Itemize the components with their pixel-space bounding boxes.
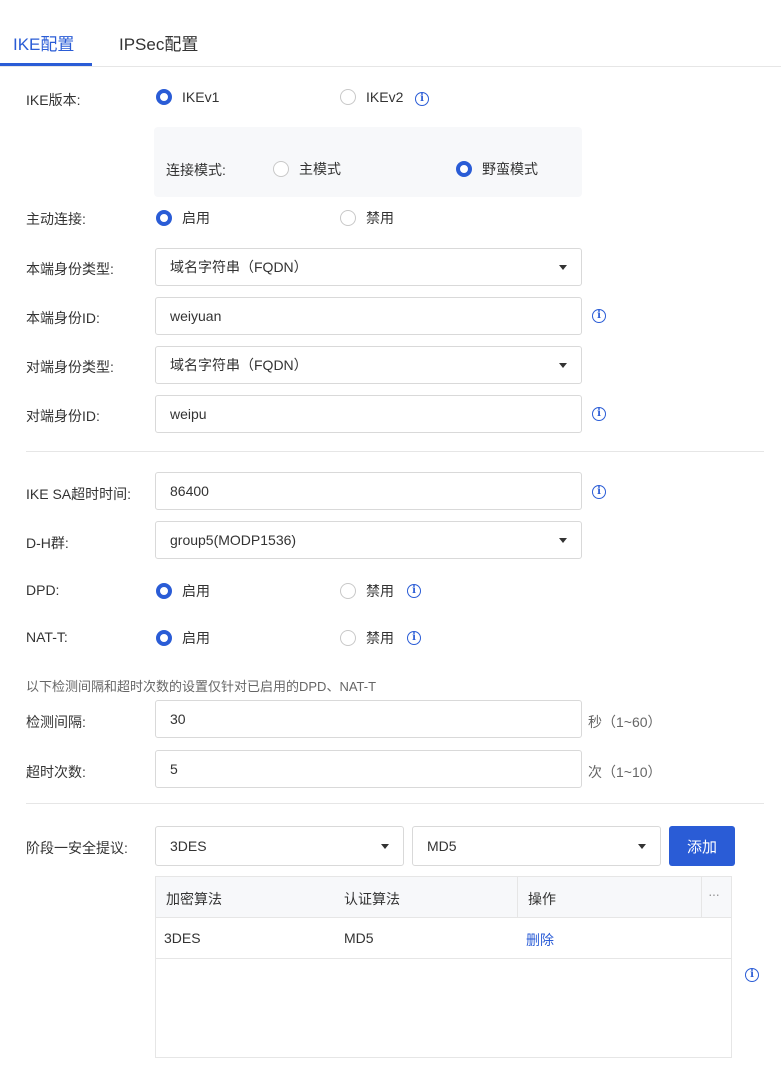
add-proposal-button[interactable]: 添加 [669,826,735,866]
cell-encryption: 3DES [164,930,201,946]
peer-id-type-label: 对端身份类型: [26,359,114,375]
radio-dpd-disable[interactable]: 禁用 [340,581,394,601]
radio-unchecked-icon [340,583,356,599]
detect-interval-label: 检测间隔: [26,714,86,730]
tab-ike-config[interactable]: IKE配置 [13,30,74,55]
nat-t-label: NAT-T: [26,629,68,645]
phase1-proposal-label: 阶段一安全提议: [26,840,128,856]
active-tab-indicator [0,63,92,66]
delete-link[interactable]: 删除 [526,930,554,950]
chevron-down-icon [559,538,567,543]
encryption-value: 3DES [170,838,207,854]
column-header-encryption: 加密算法 [166,891,222,907]
dh-group-value: group5(MODP1536) [170,532,297,548]
dpd-nat-hint: 以下检测间隔和超时次数的设置仅针对已启用的DPD、NAT-T [26,679,377,694]
chevron-down-icon [638,844,646,849]
info-icon[interactable]: i [592,309,606,323]
radio-checked-icon [156,630,172,646]
timeout-count-label: 超时次数: [26,764,86,780]
peer-id-label: 对端身份ID: [26,408,100,424]
dpd-label: DPD: [26,582,60,598]
radio-ikev2[interactable]: IKEv2 [340,89,403,105]
info-icon[interactable]: i [592,407,606,421]
radio-main-mode[interactable]: 主模式 [273,159,341,179]
detect-interval-input[interactable]: 30 [155,700,582,738]
timeout-count-unit: 次（1~10） [588,764,662,780]
column-separator [701,877,702,917]
section-divider [26,803,764,804]
column-header-auth: 认证算法 [344,891,400,907]
peer-id-type-value: 域名字符串（FQDN） [170,357,308,373]
local-id-value: weiyuan [170,308,222,324]
peer-id-input[interactable]: weipu [155,395,582,433]
peer-id-value: weipu [170,406,207,422]
ike-sa-timeout-label: IKE SA超时时间: [26,486,132,502]
info-icon[interactable]: i [745,968,759,982]
info-icon[interactable]: i [592,485,606,499]
ike-sa-timeout-input[interactable]: 86400 [155,472,582,510]
tab-bar: IKE配置 IPSec配置 [0,0,781,67]
tab-ipsec-config[interactable]: IPSec配置 [119,30,198,55]
local-id-input[interactable]: weiyuan [155,297,582,335]
radio-dpd-enable[interactable]: 启用 [156,581,210,601]
local-id-type-value: 域名字符串（FQDN） [170,259,308,275]
local-id-label: 本端身份ID: [26,310,100,326]
cell-auth: MD5 [344,930,374,946]
radio-unchecked-icon [340,210,356,226]
radio-nat-t-disable[interactable]: 禁用 [340,628,394,648]
radio-aggressive-mode[interactable]: 野蛮模式 [456,159,538,179]
dh-group-select[interactable]: group5(MODP1536) [155,521,582,559]
chevron-down-icon [559,265,567,270]
local-id-type-label: 本端身份类型: [26,261,114,277]
chevron-down-icon [559,363,567,368]
radio-checked-icon [456,161,472,177]
dh-group-label: D-H群: [26,535,69,551]
radio-unchecked-icon [340,630,356,646]
local-id-type-select[interactable]: 域名字符串（FQDN） [155,248,582,286]
ike-version-label: IKE版本: [26,92,81,108]
info-icon[interactable]: i [407,631,421,645]
encryption-select[interactable]: 3DES [155,826,404,866]
radio-checked-icon [156,89,172,105]
chevron-down-icon [381,844,389,849]
detect-interval-value: 30 [170,711,186,727]
ike-sa-timeout-value: 86400 [170,483,209,499]
radio-checked-icon [156,210,172,226]
timeout-count-value: 5 [170,761,178,777]
radio-active-connect-disable[interactable]: 禁用 [340,208,394,228]
radio-checked-icon [156,583,172,599]
peer-id-type-select[interactable]: 域名字符串（FQDN） [155,346,582,384]
table-row: 3DES MD5 删除 [156,918,731,959]
column-separator [517,877,518,917]
auth-select[interactable]: MD5 [412,826,661,866]
radio-unchecked-icon [273,161,289,177]
radio-ikev1[interactable]: IKEv1 [156,89,219,105]
table-header: 加密算法 认证算法 操作 ··· [156,877,731,918]
info-icon[interactable]: i [407,584,421,598]
more-icon[interactable]: ··· [708,886,720,902]
active-connect-label: 主动连接: [26,211,86,227]
radio-nat-t-enable[interactable]: 启用 [156,628,210,648]
proposal-table: 加密算法 认证算法 操作 ··· 3DES MD5 删除 [155,876,732,1058]
radio-active-connect-enable[interactable]: 启用 [156,208,210,228]
connect-mode-label: 连接模式: [166,162,226,178]
column-header-action: 操作 [528,891,556,907]
auth-value: MD5 [427,838,457,854]
section-divider [26,451,764,452]
timeout-count-input[interactable]: 5 [155,750,582,788]
detect-interval-unit: 秒（1~60） [588,714,662,730]
info-icon[interactable]: i [415,92,429,106]
radio-unchecked-icon [340,89,356,105]
